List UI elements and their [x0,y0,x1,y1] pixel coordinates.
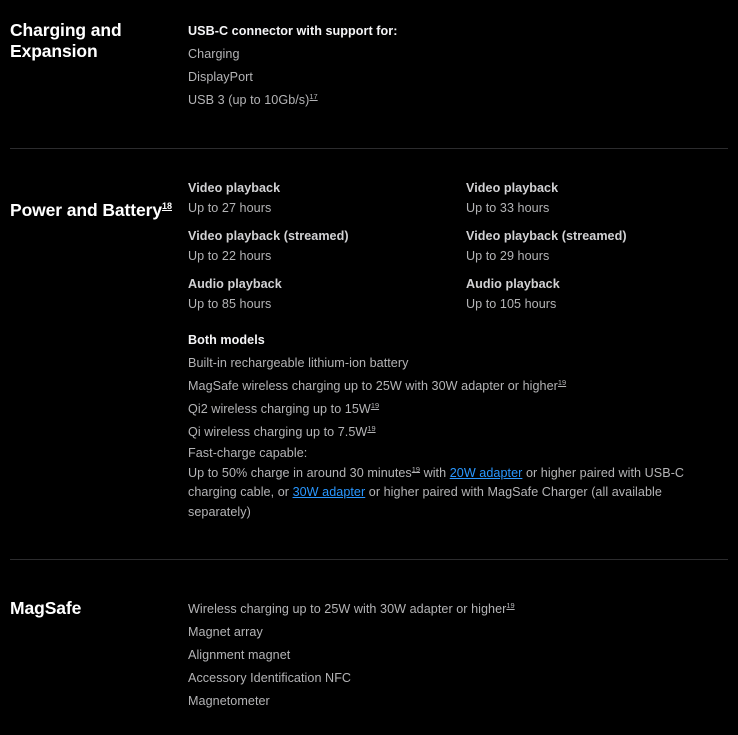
battery-stat-label: Audio playback [188,277,282,291]
battery-stat-label: Video playback (streamed) [188,229,349,243]
footnote-ref-power-and-battery[interactable]: 18 [162,201,172,211]
both-models-item-qi-text: Qi wireless charging up to 7.5W [188,425,368,439]
magsafe-item-alignment-magnet: Alignment magnet [188,648,291,662]
battery-stat-value: Up to 29 hours [466,248,550,263]
spec-sheet-page: Charging and Expansion USB-C connector w… [0,0,738,735]
section-title-power-and-battery: Power and Battery18 [10,179,176,221]
battery-stat: Video playback Up to 27 hours [188,179,466,218]
spec-item-usb3-text: USB 3 (up to 10Gb/s) [188,93,310,107]
fast-charge-part-2: with [420,465,450,480]
fast-charge-title: Fast-charge capable: [188,446,308,460]
battery-stat-value: Up to 27 hours [188,200,272,215]
battery-column-right: Video playback Up to 33 hours Video play… [466,179,728,314]
section-body-column: USB-C connector with support for: Chargi… [188,20,728,112]
section-charging-and-expansion: Charging and Expansion USB-C connector w… [0,0,738,112]
usb-c-connector-lead: USB-C connector with support for: [188,24,398,38]
footnote-ref-qi[interactable]: 19 [367,424,375,433]
link-30w-adapter[interactable]: 30W adapter [293,485,366,499]
magsafe-item-wireless-charging-text: Wireless charging up to 25W with 30W ada… [188,602,507,616]
spec-item-usb3: USB 3 (up to 10Gb/s)17 [188,89,728,112]
section-both-models: Both models Built-in rechargeable lithiu… [0,314,738,522]
battery-stat-label: Video playback [466,181,559,195]
battery-stat: Video playback (streamed) Up to 22 hours [188,227,466,266]
section-title-power-and-battery-text: Power and Battery [10,200,162,220]
battery-stat-value: Up to 105 hours [466,296,557,311]
magsafe-item-accessory-nfc: Accessory Identification NFC [188,671,352,685]
both-models-item-magsafe-charging-text: MagSafe wireless charging up to 25W with… [188,379,558,393]
footnote-ref-magsafe-wireless[interactable]: 19 [506,601,514,610]
fast-charge-description: Up to 50% charge in around 30 minutes19 … [188,464,728,523]
fast-charge-block: Fast-charge capable: Up to 50% charge in… [188,444,728,522]
both-models-list: Both models Built-in rechargeable lithiu… [188,329,728,522]
battery-stat-label: Audio playback [466,277,560,291]
section-body-column: Video playback Up to 27 hours Video play… [188,179,728,314]
battery-stat-value: Up to 33 hours [466,200,550,215]
both-models-item-battery: Built-in rechargeable lithium-ion batter… [188,352,728,375]
battery-stat-value: Up to 85 hours [188,296,272,311]
both-models-item-battery-text: Built-in rechargeable lithium-ion batter… [188,356,409,370]
battery-column-left: Video playback Up to 27 hours Video play… [188,179,466,314]
section-title-magsafe: MagSafe [10,598,82,618]
magsafe-item-wireless-charging: Wireless charging up to 25W with 30W ada… [188,598,728,621]
both-models-item-qi2: Qi2 wireless charging up to 15W19 [188,398,728,421]
footnote-ref-magsafe-charging[interactable]: 19 [558,378,566,387]
magsafe-item-magnetometer: Magnetometer [188,694,270,708]
spec-item-charging: Charging [188,47,240,61]
both-models-item-qi: Qi wireless charging up to 7.5W19 [188,421,728,444]
spec-item-displayport: DisplayPort [188,70,253,84]
section-heading-column: Charging and Expansion [10,20,188,62]
battery-stat: Audio playback Up to 85 hours [188,275,466,314]
link-20w-adapter[interactable]: 20W adapter [450,466,523,480]
footnote-ref-qi2[interactable]: 19 [371,401,379,410]
magsafe-spec-list: Wireless charging up to 25W with 30W ada… [188,598,728,713]
battery-stat: Audio playback Up to 105 hours [466,275,728,314]
both-models-item-magsafe-charging: MagSafe wireless charging up to 25W with… [188,375,728,398]
battery-stat-label: Video playback [188,181,281,195]
both-models-body: Both models Built-in rechargeable lithiu… [188,329,728,522]
section-magsafe: MagSafe Wireless charging up to 25W with… [0,560,738,713]
section-heading-column: MagSafe [10,598,188,619]
battery-stat: Video playback (streamed) Up to 29 hours [466,227,728,266]
fast-charge-part-1: Up to 50% charge in around 30 minutes [188,465,412,480]
section-body-column: Wireless charging up to 25W with 30W ada… [188,598,728,713]
battery-stat-label: Video playback (streamed) [466,229,627,243]
battery-stat: Video playback Up to 33 hours [466,179,728,218]
footnote-ref-fast-charge[interactable]: 19 [412,464,420,473]
footnote-ref-usb3[interactable]: 17 [309,92,317,101]
battery-stat-value: Up to 22 hours [188,248,272,263]
both-models-title: Both models [188,333,265,347]
both-models-item-qi2-text: Qi2 wireless charging up to 15W [188,402,371,416]
magsafe-item-magnet-array: Magnet array [188,625,263,639]
section-title-charging-and-expansion: Charging and Expansion [10,20,122,61]
section-heading-column: Power and Battery18 [10,179,188,221]
charging-spec-list: USB-C connector with support for: Chargi… [188,20,728,112]
section-power-and-battery: Power and Battery18 Video playback Up to… [0,149,738,314]
